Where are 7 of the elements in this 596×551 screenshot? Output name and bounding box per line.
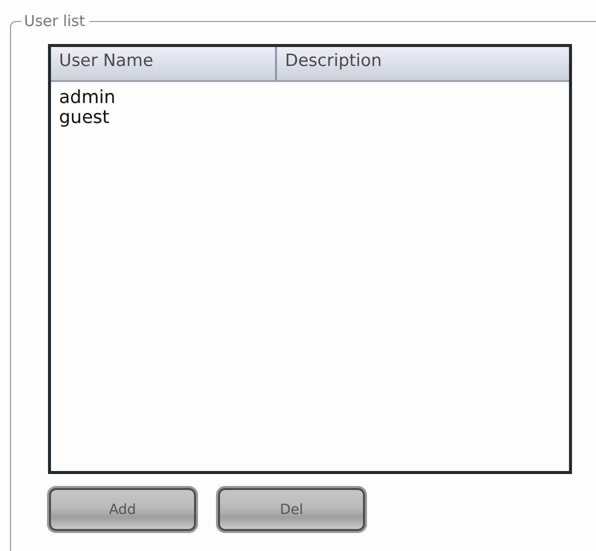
action-button[interactable]: Add	[49, 488, 196, 531]
table-row[interactable]: admin	[59, 88, 569, 108]
action-button[interactable]: Del	[218, 488, 365, 531]
column-header[interactable]: User Name	[51, 47, 277, 80]
group-title: User list	[23, 12, 86, 30]
table-row[interactable]: guest	[59, 108, 569, 128]
column-header[interactable]: Description	[277, 47, 382, 80]
